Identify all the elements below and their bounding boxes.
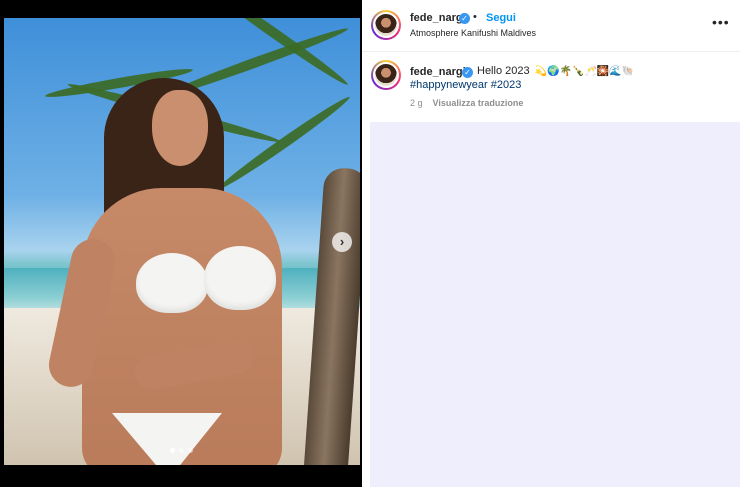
person-face bbox=[152, 90, 208, 166]
carousel-dots bbox=[170, 448, 193, 453]
caption-hashtags[interactable]: #happynewyear #2023 bbox=[410, 79, 521, 91]
bikini-top-left bbox=[136, 253, 208, 313]
comments-area bbox=[370, 122, 740, 487]
post-age[interactable]: 2 g bbox=[410, 98, 423, 108]
avatar[interactable] bbox=[371, 10, 401, 40]
caption-username[interactable]: fede_nargi bbox=[410, 66, 466, 78]
carousel-dot-active bbox=[170, 448, 175, 453]
caption-text-body: Hello 2023 bbox=[477, 65, 530, 77]
header-separator: • bbox=[473, 11, 477, 23]
caption-meta: 2 g Visualizza traduzione bbox=[410, 98, 523, 108]
post-media-panel: › bbox=[0, 0, 362, 487]
verified-badge-icon: ✓ bbox=[459, 13, 470, 24]
caption-emojis: 💫🌍🌴🍾🥂🎇🌊🐚 bbox=[534, 66, 635, 77]
follow-button[interactable]: Segui bbox=[486, 12, 516, 24]
header-username[interactable]: fede_nargi bbox=[410, 12, 466, 24]
post-location[interactable]: Atmosphere Kanifushi Maldives bbox=[410, 28, 536, 38]
verified-badge-icon: ✓ bbox=[462, 67, 473, 78]
caption: fede_nargi ✓ Hello 2023 💫🌍🌴🍾🥂🎇🌊🐚 #happyn… bbox=[362, 58, 740, 118]
chevron-right-icon: › bbox=[339, 234, 345, 249]
caption-text: Hello 2023 💫🌍🌴🍾🥂🎇🌊🐚 bbox=[477, 65, 634, 77]
caption-avatar[interactable] bbox=[371, 60, 401, 90]
more-options-icon[interactable]: ••• bbox=[712, 14, 730, 30]
carousel-dot bbox=[188, 448, 193, 453]
post-side-panel: fede_nargi ✓ • Segui Atmosphere Kanifush… bbox=[362, 0, 740, 487]
post-header: fede_nargi ✓ • Segui Atmosphere Kanifush… bbox=[362, 0, 740, 52]
bikini-top-right bbox=[204, 246, 276, 310]
translate-link[interactable]: Visualizza traduzione bbox=[433, 98, 524, 108]
carousel-dot bbox=[179, 448, 184, 453]
post-photo[interactable] bbox=[4, 18, 360, 465]
carousel-next-button[interactable]: › bbox=[332, 232, 352, 252]
